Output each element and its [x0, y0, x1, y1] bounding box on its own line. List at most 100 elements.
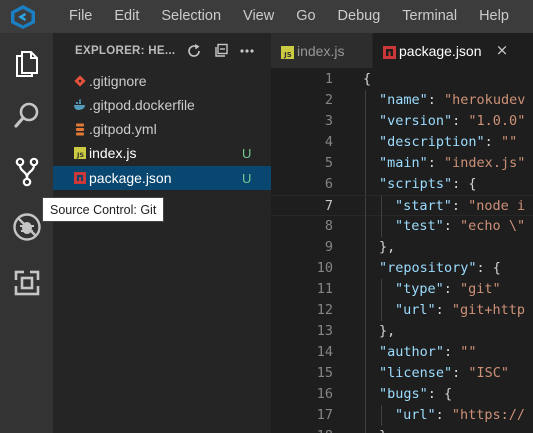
json-value: "ISC" [468, 365, 510, 381]
code-text: "url": "git+http [395, 302, 525, 318]
file-row-package-json[interactable]: package.json U [53, 166, 271, 190]
json-key: "url" [395, 407, 436, 423]
code-text: "type": "git" [395, 281, 501, 297]
code-line: 4 "description": "" [271, 132, 533, 153]
indent-guide [381, 216, 382, 237]
indent-guide [365, 174, 366, 195]
json-key: "repository" [379, 260, 477, 276]
json-punctuation: : [452, 113, 469, 129]
file-row-gitpod-yml[interactable]: .gitpod.yml [53, 117, 271, 141]
code-line: 13}, [271, 321, 533, 342]
json-punctuation: : [484, 134, 501, 150]
explorer-icon[interactable] [0, 39, 53, 87]
menu-view[interactable]: View [232, 0, 285, 33]
json-key: "url" [395, 302, 436, 318]
line-number: 14 [316, 344, 333, 360]
explorer-header: EXPLORER: HE... [53, 33, 271, 68]
json-punctuation: : [435, 407, 452, 423]
json-key: "start" [395, 198, 452, 214]
menu-go[interactable]: Go [285, 0, 326, 33]
code-text: } [379, 428, 387, 433]
js-file-icon: JS [281, 44, 294, 59]
code-line: 1{ [271, 69, 533, 90]
indent-guide [365, 196, 366, 217]
source-control-icon[interactable] [0, 148, 53, 196]
line-number: 15 [316, 365, 333, 381]
code-text: "repository": { [379, 260, 501, 276]
indent-guide [381, 405, 382, 426]
npm-icon [73, 171, 87, 185]
menu-debug[interactable]: Debug [327, 0, 392, 33]
close-icon[interactable]: × [495, 41, 509, 59]
yaml-icon [73, 122, 87, 136]
editor-tabs: JS index.js package.json × [271, 33, 533, 68]
code-text: "main": "index.js" [379, 155, 525, 171]
svg-text:JS: JS [76, 151, 84, 159]
indent-guide [365, 426, 366, 433]
json-punctuation: : [444, 344, 461, 360]
code-text: "url": "https:// [395, 407, 525, 423]
file-row-gitignore[interactable]: .gitignore [53, 69, 271, 93]
tab-label: package.json [399, 42, 482, 59]
json-punctuation: : [443, 218, 461, 234]
json-punctuation: : [427, 92, 445, 108]
file-name: .gitpod.dockerfile [89, 97, 195, 113]
code-text: "scripts": { [379, 176, 477, 192]
json-key: "version" [379, 113, 453, 129]
menu-terminal[interactable]: Terminal [391, 0, 468, 33]
menu-file[interactable]: File [58, 0, 103, 33]
code-text: "start": "node i [395, 198, 525, 214]
menu-selection[interactable]: Selection [150, 0, 232, 33]
json-key: "main" [379, 155, 428, 171]
file-name: .gitpod.yml [89, 121, 157, 137]
git-file-icon [73, 74, 87, 88]
menu-bar: File Edit Selection View Go Debug Termin… [58, 0, 520, 33]
line-number: 17 [316, 407, 333, 423]
code-editor[interactable]: 1{2 "name": "herokudev 3 "version": "1.0.0"… [271, 68, 533, 433]
indent-guide [381, 279, 382, 300]
app-logo-icon [9, 4, 37, 30]
npm-icon [383, 44, 396, 59]
json-value: "git" [460, 281, 501, 297]
code-text: "name": "herokudev [379, 92, 525, 108]
json-value: "git+http [451, 302, 526, 318]
title-bar: File Edit Selection View Go Debug Termin… [0, 0, 533, 33]
json-key: "scripts" [379, 176, 453, 192]
json-punctuation: : { [476, 260, 501, 276]
more-icon[interactable] [238, 42, 256, 60]
indent-guide [365, 90, 366, 111]
json-punctuation: }, [379, 239, 396, 255]
tab-index-js[interactable]: JS index.js [271, 33, 372, 68]
tooltip: Source Control: Git [42, 197, 165, 222]
collapse-all-icon[interactable] [212, 42, 230, 60]
menu-edit[interactable]: Edit [103, 0, 150, 33]
menu-help[interactable]: Help [468, 0, 520, 33]
extensions-icon[interactable] [0, 259, 53, 307]
file-row-index-js[interactable]: JS index.js U [53, 141, 271, 165]
js-file-icon: JS [73, 146, 87, 160]
indent-guide [365, 237, 366, 258]
file-row-dockerfile[interactable]: .gitpod.dockerfile [53, 93, 271, 117]
close-glyph: × [495, 41, 509, 59]
docker-icon [73, 98, 87, 112]
code-text: "bugs": { [379, 386, 452, 402]
json-punctuation: : [435, 302, 452, 318]
search-icon[interactable] [0, 91, 53, 139]
line-number: 12 [316, 302, 333, 318]
json-value: "" [500, 134, 518, 150]
code-line: 15 "license": "ISC" [271, 363, 533, 384]
line-number: 13 [316, 323, 333, 339]
indent-guide [365, 300, 366, 321]
svg-text:JS: JS [283, 51, 292, 59]
tab-package-json[interactable]: package.json × [373, 33, 533, 68]
code-line: 16 "bugs": { [271, 384, 533, 405]
indent-guide [365, 405, 366, 426]
json-punctuation: : { [427, 386, 453, 402]
json-punctuation: }, [379, 323, 396, 339]
line-number: 2 [324, 92, 333, 108]
indent-guide [365, 153, 366, 174]
tooltip-text: Source Control: Git [50, 202, 157, 217]
json-key: "type" [395, 281, 444, 297]
json-punctuation: } [379, 428, 387, 433]
refresh-icon[interactable] [185, 42, 203, 60]
